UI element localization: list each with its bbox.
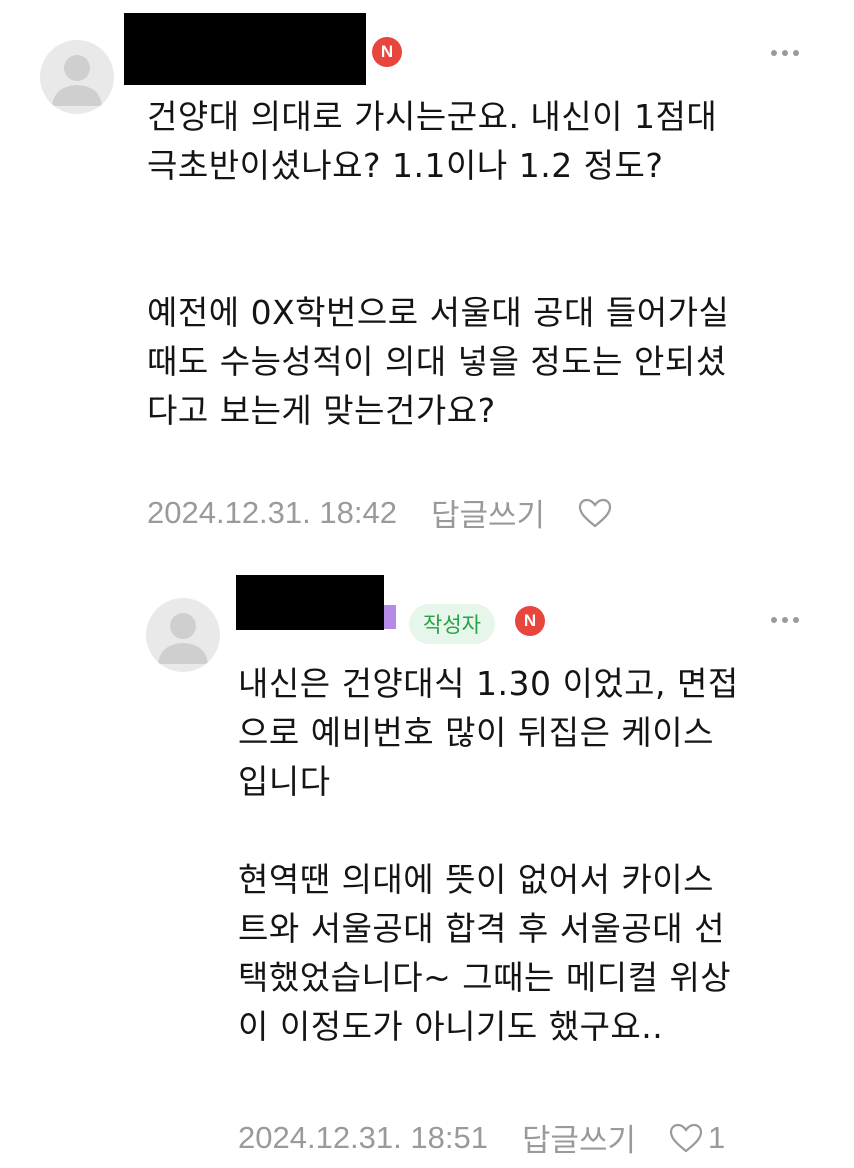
more-options-icon[interactable]: [771, 50, 799, 56]
comment-timestamp: 2024.12.31. 18:51: [238, 1119, 488, 1155]
avatar-placeholder-icon: [158, 613, 208, 664]
comment-text: 건양대 의대로 가시는군요. 내신이 1점대 극초반이셨나요? 1.1이나 1.…: [147, 97, 730, 430]
comment-meta: 2024.12.31. 18:42 답글쓰기: [147, 490, 613, 535]
redacted-username: [124, 13, 366, 85]
heart-icon: [578, 498, 612, 527]
comment-text: 내신은 건양대식 1.30 이었고, 면접 으로 예비번호 많이 뒤집은 케이스…: [238, 664, 739, 1046]
user-avatar[interactable]: [40, 40, 114, 114]
new-badge: N: [515, 606, 545, 636]
avatar-placeholder-icon: [52, 55, 102, 106]
redacted-username: [236, 575, 384, 630]
more-options-icon[interactable]: [771, 617, 799, 623]
comment-timestamp: 2024.12.31. 18:42: [147, 494, 397, 530]
like-count: 1: [708, 1119, 726, 1155]
new-badge: N: [372, 37, 402, 67]
reply-button[interactable]: 답글쓰기: [522, 1115, 636, 1160]
comment-item: N 건양대 의대로 가시는군요. 내신이 1점대 극초반이셨나요? 1.1이나 …: [0, 0, 854, 560]
reply-button[interactable]: 답글쓰기: [431, 490, 545, 535]
user-avatar[interactable]: [146, 598, 220, 672]
heart-icon: [669, 1123, 703, 1152]
level-icon: [384, 605, 396, 629]
like-button[interactable]: 1: [668, 1120, 725, 1156]
author-tag: 작성자: [409, 604, 495, 644]
like-button[interactable]: [577, 497, 613, 529]
comment-meta: 2024.12.31. 18:51 답글쓰기 1: [238, 1115, 725, 1160]
reply-comment-item: 작성자 N 내신은 건양대식 1.30 이었고, 면접 으로 예비번호 많이 뒤…: [0, 560, 854, 1168]
